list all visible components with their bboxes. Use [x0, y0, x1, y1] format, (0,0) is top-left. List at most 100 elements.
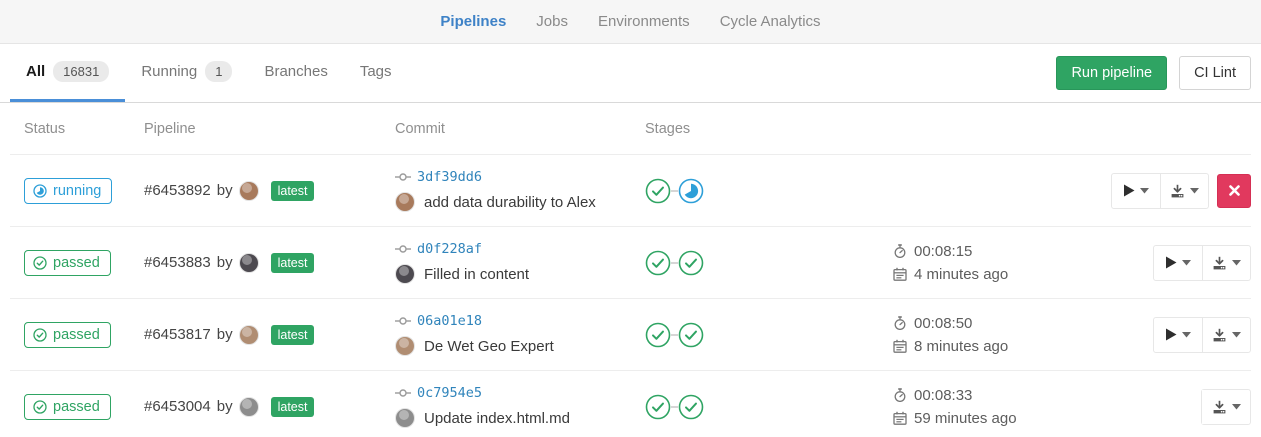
play-icon — [1165, 328, 1177, 341]
latest-badge[interactable]: latest — [271, 253, 315, 273]
status-label: passed — [53, 399, 100, 415]
chevron-down-icon — [1182, 332, 1191, 338]
status-cell: passed — [10, 394, 144, 420]
run-pipeline-button[interactable]: Run pipeline — [1056, 56, 1167, 90]
table-row: passed #6453817 by latest 06a01e18 De We… — [10, 299, 1251, 371]
stage-passed-icon[interactable] — [678, 394, 704, 420]
status-badge[interactable]: running — [24, 178, 112, 204]
status-cell: running — [10, 178, 144, 204]
by-label: by — [217, 398, 233, 415]
subnav-item-jobs[interactable]: Jobs — [536, 13, 568, 30]
commit-sha-link[interactable]: 06a01e18 — [417, 313, 482, 329]
tab-branches[interactable]: Branches — [248, 44, 343, 102]
timer-icon — [893, 388, 907, 402]
avatar[interactable] — [239, 181, 259, 201]
subnav-item-cycle-analytics[interactable]: Cycle Analytics — [720, 13, 821, 30]
age-text: 59 minutes ago — [914, 410, 1017, 427]
commit-message-link[interactable]: Filled in content — [424, 266, 529, 283]
manual-actions-dropdown[interactable] — [1112, 174, 1160, 208]
latest-badge[interactable]: latest — [271, 397, 315, 417]
latest-badge[interactable]: latest — [271, 325, 315, 345]
commit-icon — [395, 244, 411, 254]
manual-actions-dropdown[interactable] — [1154, 246, 1202, 280]
commit-sha-link[interactable]: 0c7954e5 — [417, 385, 482, 401]
close-icon — [1229, 185, 1240, 196]
stages-cell — [645, 250, 893, 276]
stage-running-icon[interactable] — [678, 178, 704, 204]
header-stages: Stages — [645, 121, 893, 137]
timer-icon — [893, 316, 907, 330]
commit-message-link[interactable]: Update index.html.md — [424, 410, 570, 427]
stage-passed-icon[interactable] — [645, 250, 671, 276]
avatar[interactable] — [395, 336, 415, 356]
artifacts-dropdown[interactable] — [1160, 174, 1208, 208]
commit-cell: 0c7954e5 Update index.html.md — [395, 385, 645, 428]
chevron-down-icon — [1232, 404, 1241, 410]
table-row: passed #6453004 by latest 0c7954e5 Updat… — [10, 371, 1251, 437]
tab-all[interactable]: All 16831 — [10, 44, 125, 102]
by-label: by — [217, 182, 233, 199]
age-text: 8 minutes ago — [914, 338, 1008, 355]
avatar[interactable] — [239, 325, 259, 345]
download-icon — [1212, 328, 1227, 342]
status-label: passed — [53, 255, 100, 271]
stage-connector — [671, 334, 678, 336]
avatar[interactable] — [395, 192, 415, 212]
artifacts-dropdown[interactable] — [1202, 390, 1250, 424]
passed-status-icon — [33, 256, 47, 270]
running-status-icon — [33, 184, 47, 198]
stage-passed-icon[interactable] — [678, 322, 704, 348]
pipeline-link[interactable]: #6453892 — [144, 182, 211, 199]
commit-message-link[interactable]: add data durability to Alex — [424, 194, 596, 211]
cancel-pipeline-button[interactable] — [1217, 174, 1251, 208]
status-label: running — [53, 183, 101, 199]
stage-passed-icon[interactable] — [678, 250, 704, 276]
status-badge[interactable]: passed — [24, 250, 111, 276]
latest-badge[interactable]: latest — [271, 181, 315, 201]
stage-passed-icon[interactable] — [645, 178, 671, 204]
avatar[interactable] — [395, 264, 415, 284]
avatar[interactable] — [239, 397, 259, 417]
actions-cell — [1111, 245, 1251, 281]
commit-sha-link[interactable]: d0f228af — [417, 241, 482, 257]
stage-connector — [671, 406, 678, 408]
status-label: passed — [53, 327, 100, 343]
stage-passed-icon[interactable] — [645, 322, 671, 348]
table-row: running #6453892 by latest 3df39dd6 add … — [10, 155, 1251, 227]
status-badge[interactable]: passed — [24, 394, 111, 420]
duration-text: 00:08:50 — [914, 315, 972, 332]
actions-cell — [1111, 317, 1251, 353]
chevron-down-icon — [1182, 260, 1191, 266]
status-cell: passed — [10, 250, 144, 276]
download-icon — [1212, 400, 1227, 414]
tab-all-count: 16831 — [53, 61, 109, 82]
subnav-item-pipelines[interactable]: Pipelines — [440, 13, 506, 30]
pipeline-link[interactable]: #6453817 — [144, 326, 211, 343]
stages-cell — [645, 178, 893, 204]
pipeline-cell: #6453892 by latest — [144, 181, 395, 201]
tab-tags[interactable]: Tags — [344, 44, 408, 102]
pipeline-link[interactable]: #6453883 — [144, 254, 211, 271]
pipeline-link[interactable]: #6453004 — [144, 398, 211, 415]
ci-lint-button[interactable]: CI Lint — [1179, 56, 1251, 90]
commit-message-link[interactable]: De Wet Geo Expert — [424, 338, 554, 355]
manual-actions-dropdown[interactable] — [1154, 318, 1202, 352]
stage-passed-icon[interactable] — [645, 394, 671, 420]
actions-cell — [1111, 173, 1251, 209]
status-badge[interactable]: passed — [24, 322, 111, 348]
subnav-item-environments[interactable]: Environments — [598, 13, 690, 30]
tab-running-label: Running — [141, 63, 197, 80]
tab-running[interactable]: Running 1 — [125, 44, 248, 102]
download-icon — [1212, 256, 1227, 270]
avatar[interactable] — [395, 408, 415, 428]
artifacts-dropdown[interactable] — [1202, 318, 1250, 352]
stages-cell — [645, 394, 893, 420]
commit-cell: 3df39dd6 add data durability to Alex — [395, 169, 645, 212]
timing-cell: 00:08:15 4 minutes ago — [893, 243, 1111, 283]
chevron-down-icon — [1140, 188, 1149, 194]
avatar[interactable] — [239, 253, 259, 273]
download-icon — [1170, 184, 1185, 198]
stage-connector — [671, 262, 678, 264]
artifacts-dropdown[interactable] — [1202, 246, 1250, 280]
commit-sha-link[interactable]: 3df39dd6 — [417, 169, 482, 185]
